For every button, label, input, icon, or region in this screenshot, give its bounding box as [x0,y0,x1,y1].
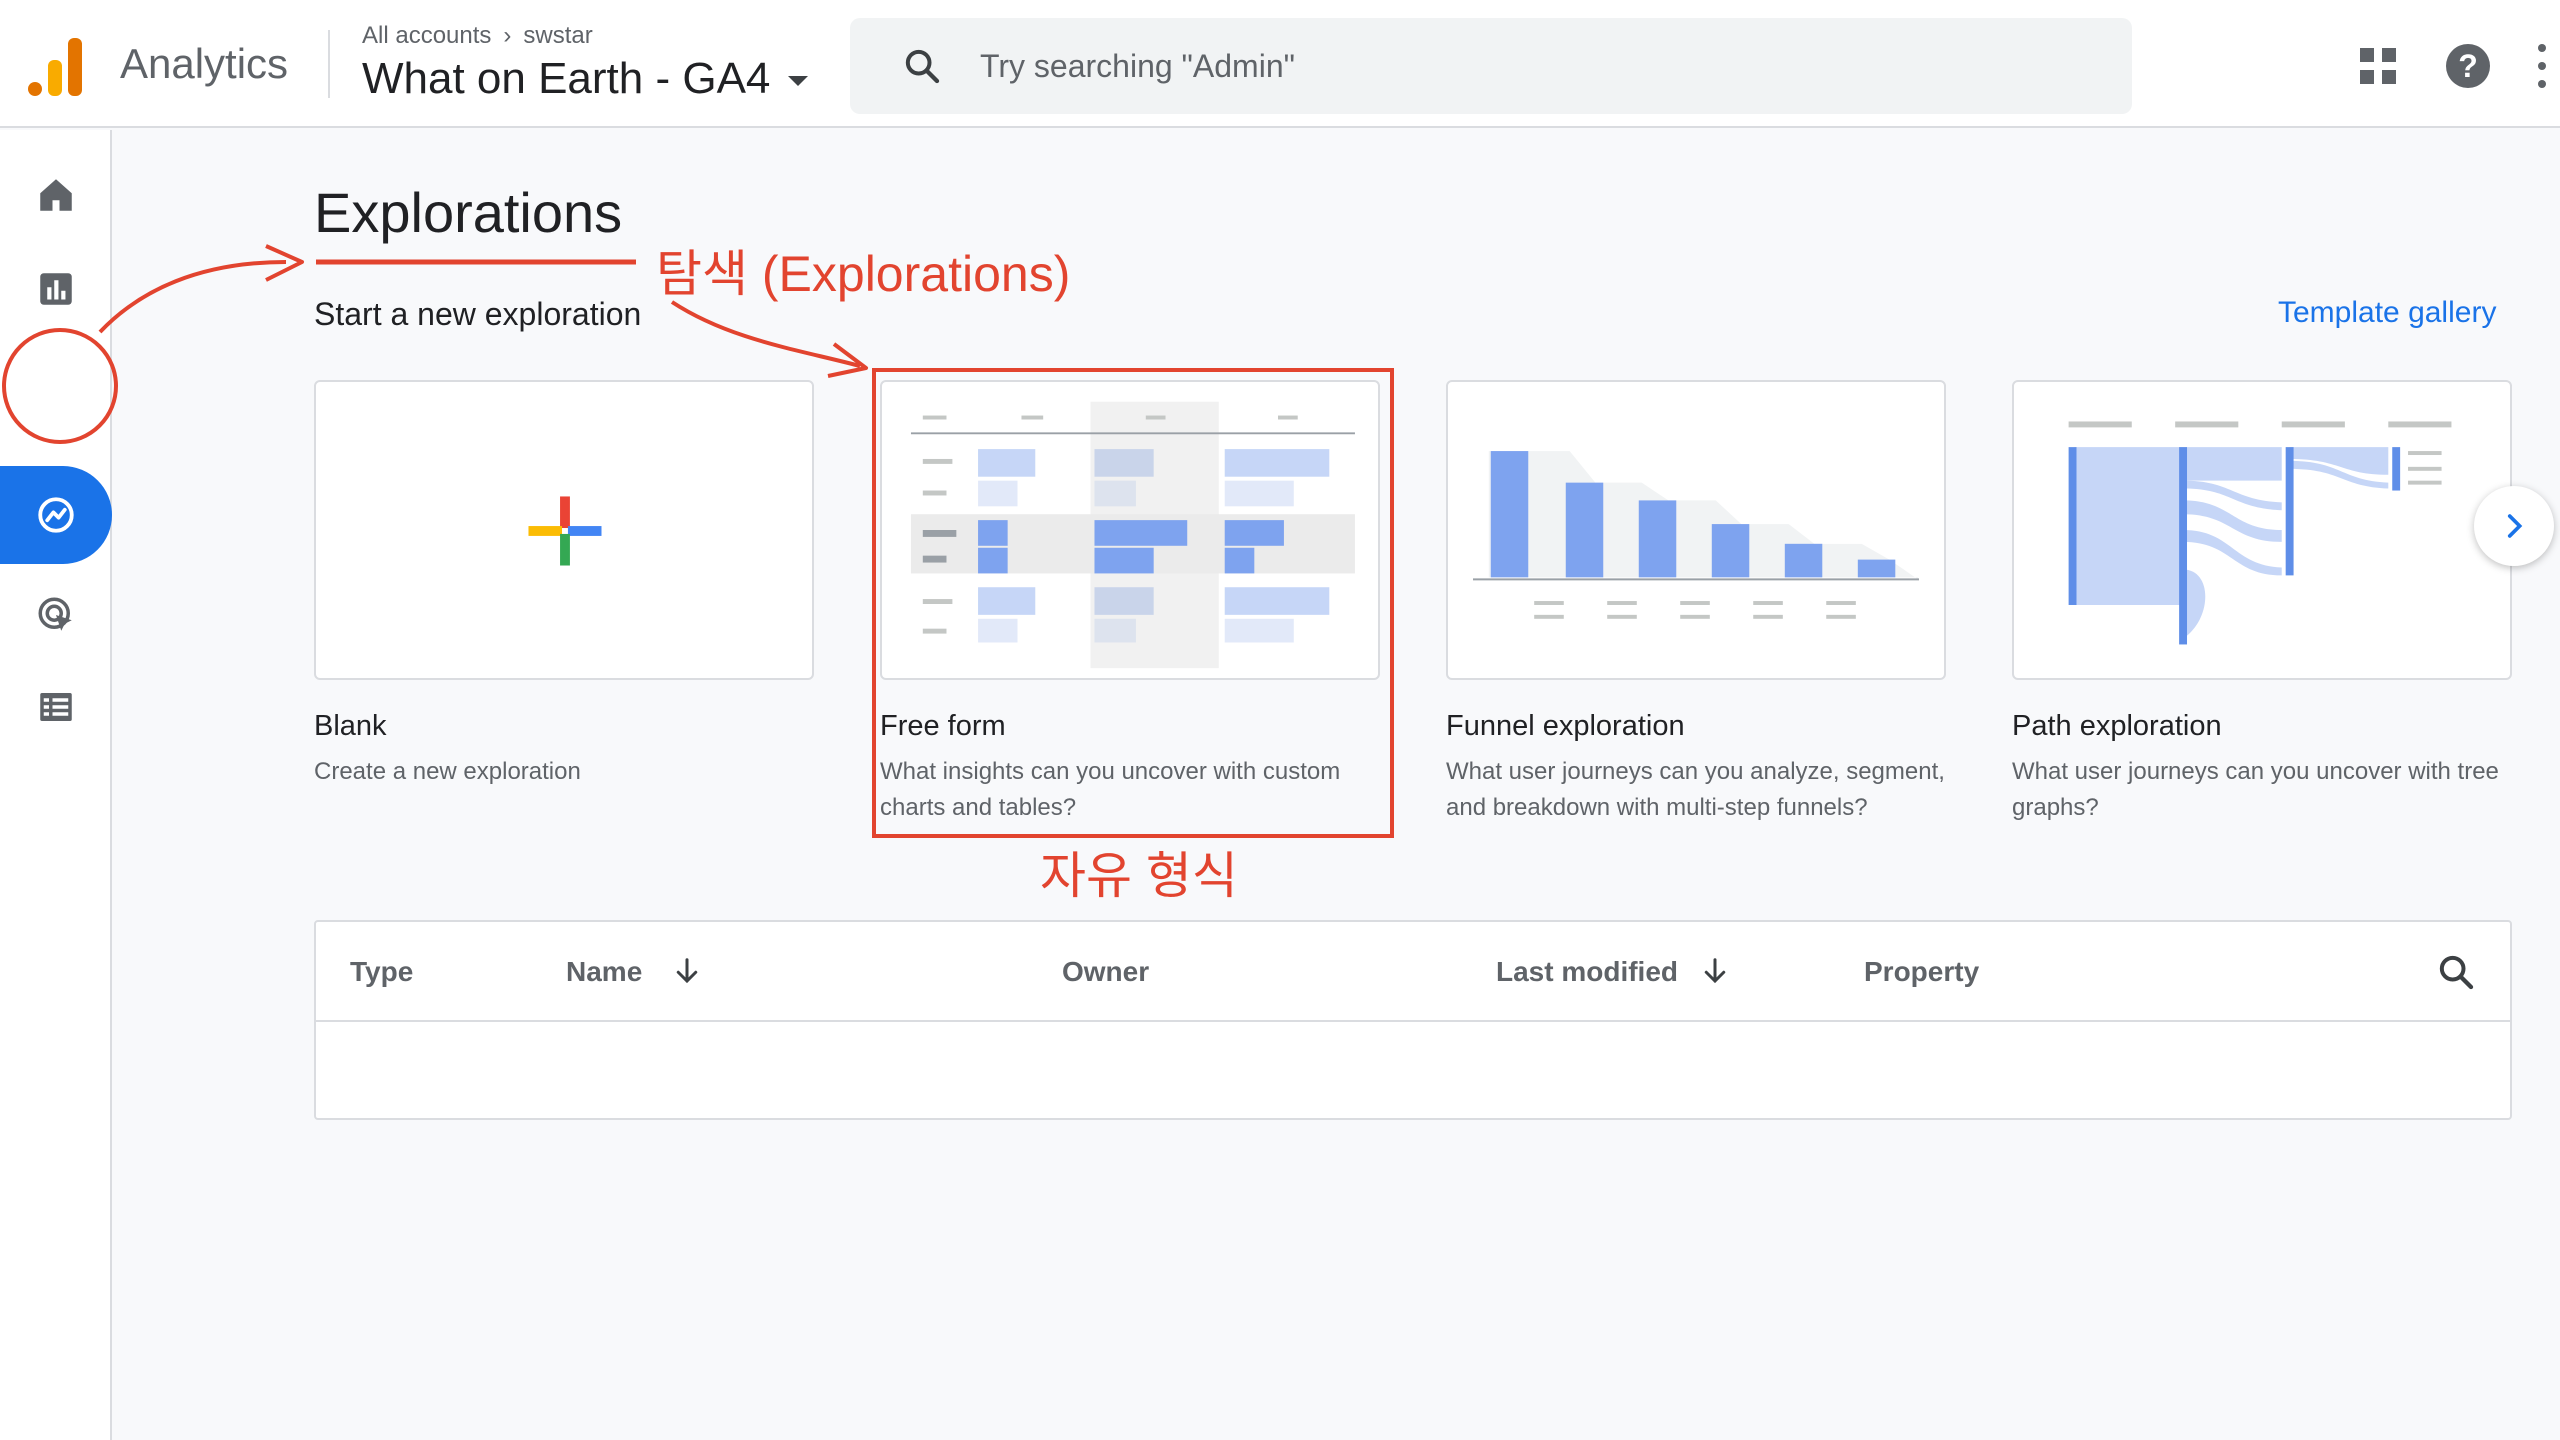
left-nav [0,130,112,1440]
search-bar[interactable]: Try searching "Admin" [850,18,2132,114]
chevron-right-icon: › [503,22,512,49]
help-icon[interactable]: ? [2446,44,2490,88]
blank-card-title: Blank [314,710,387,742]
search-icon[interactable] [2436,952,2476,992]
header-divider [328,30,330,98]
funnel-illustration [1473,451,1919,619]
column-last-modified[interactable]: Last modified [1496,956,1678,988]
advertising-icon [38,597,72,631]
blank-card[interactable] [314,380,814,680]
breadcrumb[interactable]: All accounts › swstar [362,22,593,50]
nav-configure[interactable] [0,662,112,752]
nav-admin-settings[interactable] [0,1420,112,1440]
more-vert-icon[interactable] [2538,44,2548,88]
breadcrumb-account[interactable]: swstar [523,22,592,50]
top-bar: Analytics All accounts › swstar What on … [0,0,2560,128]
path-card-title: Path exploration [2012,710,2222,742]
arrow-down-icon[interactable] [672,954,702,988]
annotation-freeform-label: 자유 형식 [1040,848,1238,904]
path-exploration-card[interactable] [2012,380,2512,680]
home-icon [40,179,72,211]
search-icon [905,49,940,84]
app-name: Analytics [120,40,289,87]
explore-icon [38,497,74,533]
breadcrumb-all-accounts[interactable]: All accounts [362,22,491,50]
path-card-desc: What user journeys can you uncover with … [2012,758,2499,821]
path-illustration [2068,421,2452,645]
search-placeholder: Try searching "Admin" [980,47,1295,84]
property-selector[interactable]: What on Earth - GA4 [362,54,809,104]
nav-reports[interactable] [0,244,112,334]
column-type[interactable]: Type [350,956,413,988]
nav-home[interactable] [0,150,112,240]
carousel-next-button[interactable] [2474,486,2554,566]
funnel-exploration-card[interactable] [1446,380,1946,680]
column-property[interactable]: Property [1864,956,1979,988]
arrow-down-icon[interactable] [1700,954,1730,988]
annotation-box [872,368,1394,838]
reports-icon [40,273,72,305]
nav-explore[interactable] [0,470,112,560]
nav-advertising[interactable] [0,570,112,660]
dropdown-arrow-icon [788,76,809,86]
section-subtitle: Start a new exploration [314,296,642,332]
blank-card-desc: Create a new exploration [314,758,581,785]
analytics-logo[interactable] [28,36,84,96]
explorations-table: Type Name Owner Last modified Property [314,920,2512,1120]
column-owner[interactable]: Owner [1062,956,1149,988]
funnel-card-title: Funnel exploration [1446,710,1685,742]
apps-grid-icon[interactable] [2360,48,2396,84]
table-header: Type Name Owner Last modified Property [316,922,2510,1022]
funnel-card-desc: What user journeys can you analyze, segm… [1446,758,1945,821]
column-name[interactable]: Name [566,956,642,988]
property-name: What on Earth - GA4 [362,54,771,103]
plus-icon [528,496,602,566]
configure-icon [40,693,72,721]
annotation-explorations-label: 탐색 (Explorations) [656,246,1071,302]
page-title: Explorations [314,181,623,244]
template-gallery-link[interactable]: Template gallery [2278,296,2496,330]
chevron-right-icon [2507,514,2523,538]
